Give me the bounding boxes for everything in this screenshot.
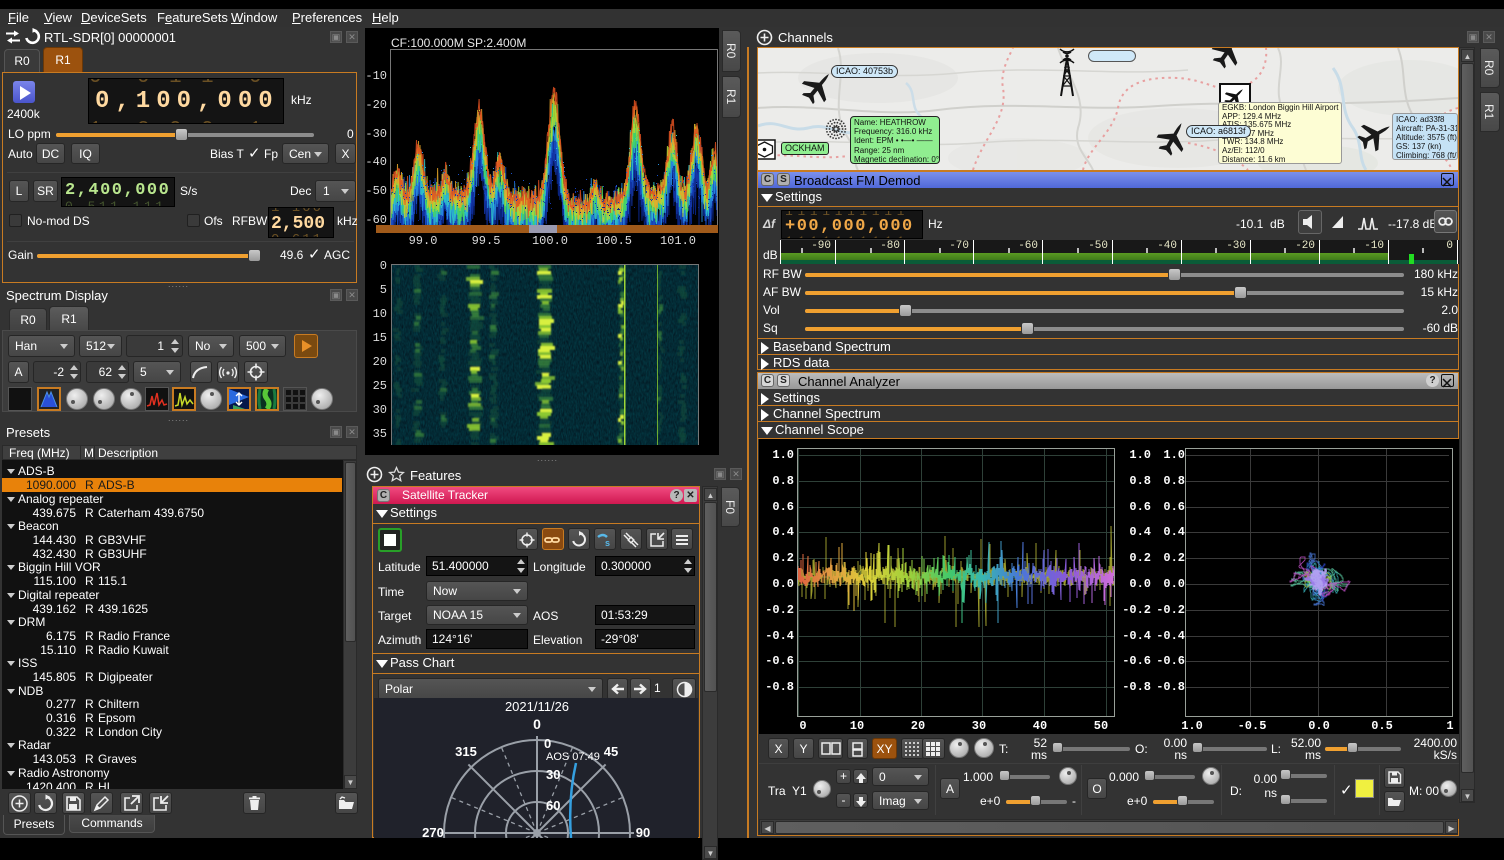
svg-text:0: 0 [533,716,541,732]
svg-text:90: 90 [636,825,650,838]
svg-text:s: s [605,538,610,548]
svg-text:315: 315 [455,744,477,759]
svg-text:60: 60 [546,798,560,813]
svg-text:30: 30 [546,767,560,782]
svg-text:2021/11/26: 2021/11/26 [505,699,569,714]
svg-text:270: 270 [422,825,444,838]
svg-text:0: 0 [544,736,551,751]
svg-text:45: 45 [604,744,618,759]
svg-text:AOS 07:49: AOS 07:49 [546,751,600,763]
